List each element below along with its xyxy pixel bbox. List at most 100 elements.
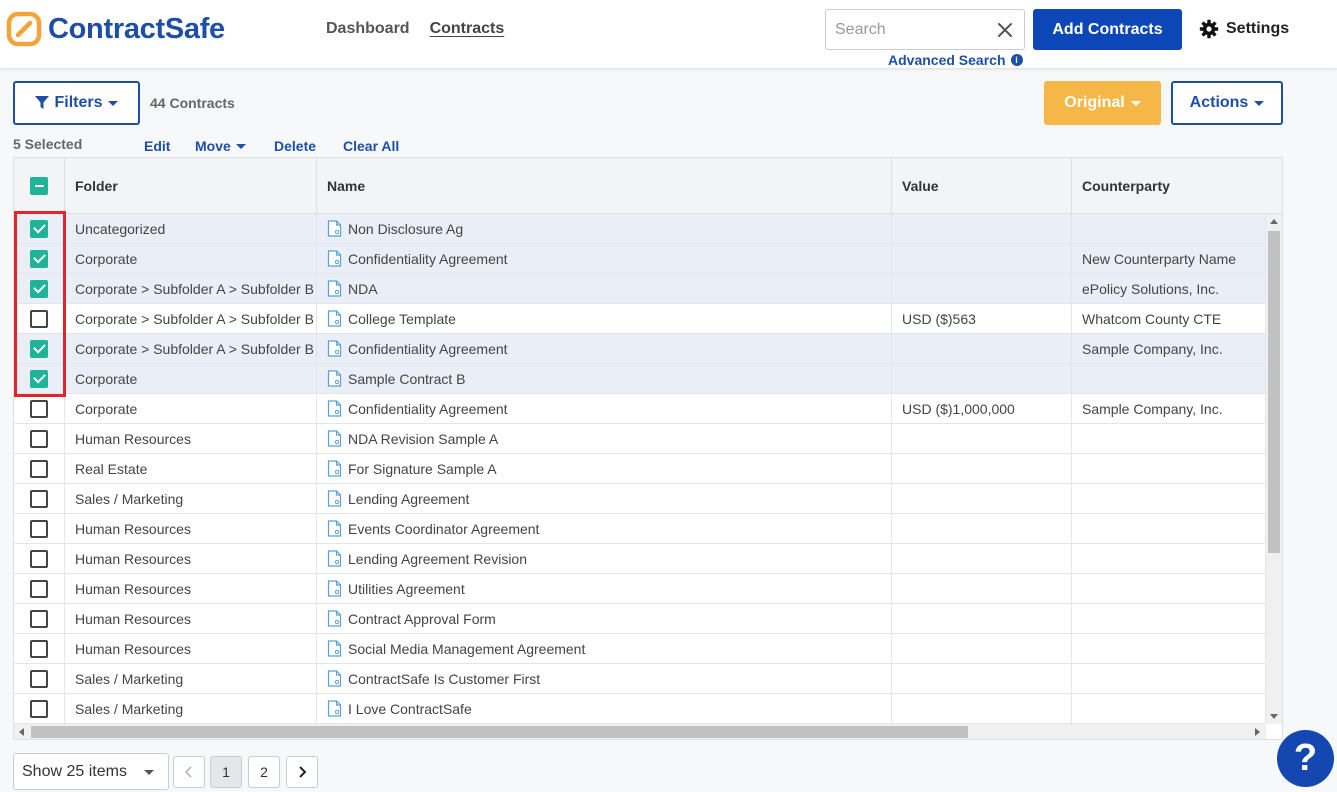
table-row[interactable]: Corporate Confidentiality Agreement USD ($… xyxy=(14,394,1266,424)
cell-name[interactable]: Confidentiality Agreement xyxy=(317,394,892,423)
document-icon xyxy=(327,430,342,447)
name-text: Events Coordinator Agreement xyxy=(348,520,540,537)
vertical-scrollbar[interactable] xyxy=(1266,214,1282,724)
column-header-value[interactable]: Value xyxy=(892,158,1072,214)
scroll-up-icon[interactable] xyxy=(1270,219,1278,224)
scroll-left-icon[interactable] xyxy=(19,728,24,736)
row-checkbox[interactable] xyxy=(30,459,48,478)
table-row[interactable]: Corporate > Subfolder A > Subfolder B NDA… xyxy=(14,274,1266,304)
row-checkbox[interactable] xyxy=(30,639,48,658)
cell-name[interactable]: Sample Contract B xyxy=(317,364,892,393)
horizontal-scroll-thumb[interactable] xyxy=(31,726,968,738)
cell-folder: Corporate > Subfolder A > Subfolder B xyxy=(65,334,317,363)
help-button[interactable]: ? xyxy=(1277,730,1334,787)
row-checkbox[interactable] xyxy=(30,489,48,508)
chevron-left-icon xyxy=(184,766,192,778)
cell-value xyxy=(892,544,1072,573)
nav-dashboard[interactable]: Dashboard xyxy=(326,20,410,38)
next-page-button[interactable] xyxy=(286,756,318,788)
column-header-counterparty[interactable]: Counterparty xyxy=(1072,158,1282,214)
cell-name[interactable]: College Template xyxy=(317,304,892,333)
row-checkbox[interactable] xyxy=(30,429,48,448)
cell-folder: Corporate > Subfolder A > Subfolder B xyxy=(65,274,317,303)
row-checkbox[interactable] xyxy=(30,699,48,718)
row-checkbox[interactable] xyxy=(30,579,48,598)
row-checkbox-cell xyxy=(14,544,65,573)
cell-name[interactable]: NDA Revision Sample A xyxy=(317,424,892,453)
cell-folder: Corporate xyxy=(65,364,317,393)
cell-name[interactable]: NDA xyxy=(317,274,892,303)
horizontal-scrollbar[interactable] xyxy=(14,724,1266,739)
scroll-right-icon[interactable] xyxy=(1255,728,1260,736)
table-row[interactable]: Sales / Marketing ContractSafe Is Custome… xyxy=(14,664,1266,694)
table-row[interactable]: Human Resources Social Media Management A… xyxy=(14,634,1266,664)
document-icon xyxy=(327,520,342,537)
filters-button[interactable]: Filters xyxy=(13,81,140,125)
edit-button[interactable]: Edit xyxy=(144,138,170,154)
table-row[interactable]: Sales / Marketing I Love ContractSafe xyxy=(14,694,1266,724)
folder-text: Human Resources xyxy=(75,640,191,657)
row-checkbox[interactable] xyxy=(30,669,48,688)
name-text: Utilities Agreement xyxy=(348,580,465,597)
search-input[interactable] xyxy=(826,10,986,49)
delete-button[interactable]: Delete xyxy=(274,138,316,154)
page-1-button[interactable]: 1 xyxy=(210,756,242,788)
table-row[interactable]: Corporate > Subfolder A > Subfolder B Con… xyxy=(14,334,1266,364)
cell-name[interactable]: For Signature Sample A xyxy=(317,454,892,483)
actions-button[interactable]: Actions xyxy=(1171,81,1283,125)
table-row[interactable]: Uncategorized Non Disclosure Ag xyxy=(14,214,1266,244)
table-row[interactable]: Corporate > Subfolder A > Subfolder B Col… xyxy=(14,304,1266,334)
cell-name[interactable]: Contract Approval Form xyxy=(317,604,892,633)
advanced-search-link[interactable]: Advanced Search i xyxy=(888,52,1023,68)
chevron-down-icon xyxy=(235,143,246,149)
row-checkbox[interactable] xyxy=(30,399,48,418)
table-row[interactable]: Human Resources Utilities Agreement xyxy=(14,574,1266,604)
vertical-scroll-thumb[interactable] xyxy=(1268,231,1280,553)
cell-name[interactable]: Lending Agreement Revision xyxy=(317,544,892,573)
cell-folder: Uncategorized xyxy=(65,214,317,243)
cell-counterparty: Sample Company, Inc. xyxy=(1072,334,1266,363)
table-row[interactable]: Corporate Sample Contract B xyxy=(14,364,1266,394)
select-all-cell xyxy=(14,158,65,214)
table-row[interactable]: Real Estate For Signature Sample A xyxy=(14,454,1266,484)
cell-name[interactable]: Events Coordinator Agreement xyxy=(317,514,892,543)
original-view-button[interactable]: Original xyxy=(1044,81,1161,125)
table-row[interactable]: Human Resources Events Coordinator Agreem… xyxy=(14,514,1266,544)
cell-name[interactable]: Non Disclosure Ag xyxy=(317,214,892,243)
column-header-folder[interactable]: Folder xyxy=(65,158,317,214)
clear-all-button[interactable]: Clear All xyxy=(343,138,399,154)
row-checkbox[interactable] xyxy=(30,549,48,568)
cell-value xyxy=(892,454,1072,483)
cell-counterparty: Sample Company, Inc. xyxy=(1072,394,1266,423)
column-header-name[interactable]: Name xyxy=(317,158,892,214)
chevron-down-icon xyxy=(1130,100,1141,106)
scroll-down-icon[interactable] xyxy=(1270,714,1278,719)
prev-page-button[interactable] xyxy=(173,756,205,788)
table-row[interactable]: Human Resources Contract Approval Form xyxy=(14,604,1266,634)
row-checkbox[interactable] xyxy=(30,519,48,538)
cell-name[interactable]: Confidentiality Agreement xyxy=(317,334,892,363)
row-checkbox[interactable] xyxy=(30,609,48,628)
cell-name[interactable]: Lending Agreement xyxy=(317,484,892,513)
select-all-checkbox[interactable] xyxy=(30,177,48,195)
table-row[interactable]: Corporate Confidentiality Agreement New Co… xyxy=(14,244,1266,274)
settings-button[interactable]: Settings xyxy=(1199,19,1289,39)
close-icon[interactable] xyxy=(996,21,1014,39)
cell-name[interactable]: Social Media Management Agreement xyxy=(317,634,892,663)
cell-name[interactable]: Utilities Agreement xyxy=(317,574,892,603)
table-row[interactable]: Human Resources Lending Agreement Revisio… xyxy=(14,544,1266,574)
document-icon xyxy=(327,340,342,357)
page-2-button[interactable]: 2 xyxy=(248,756,280,788)
nav-contracts[interactable]: Contracts xyxy=(430,20,505,38)
counterparty-text: ePolicy Solutions, Inc. xyxy=(1082,280,1219,297)
folder-text: Corporate > Subfolder A > Subfolder B xyxy=(75,280,314,297)
cell-name[interactable]: ContractSafe Is Customer First xyxy=(317,664,892,693)
move-button[interactable]: Move xyxy=(195,138,246,154)
add-contracts-button[interactable]: Add Contracts xyxy=(1033,9,1182,50)
app-logo[interactable]: ContractSafe xyxy=(6,11,225,47)
page-size-select[interactable]: Show 25 items xyxy=(13,753,169,790)
table-row[interactable]: Human Resources NDA Revision Sample A xyxy=(14,424,1266,454)
cell-name[interactable]: I Love ContractSafe xyxy=(317,694,892,723)
cell-name[interactable]: Confidentiality Agreement xyxy=(317,244,892,273)
table-row[interactable]: Sales / Marketing Lending Agreement xyxy=(14,484,1266,514)
